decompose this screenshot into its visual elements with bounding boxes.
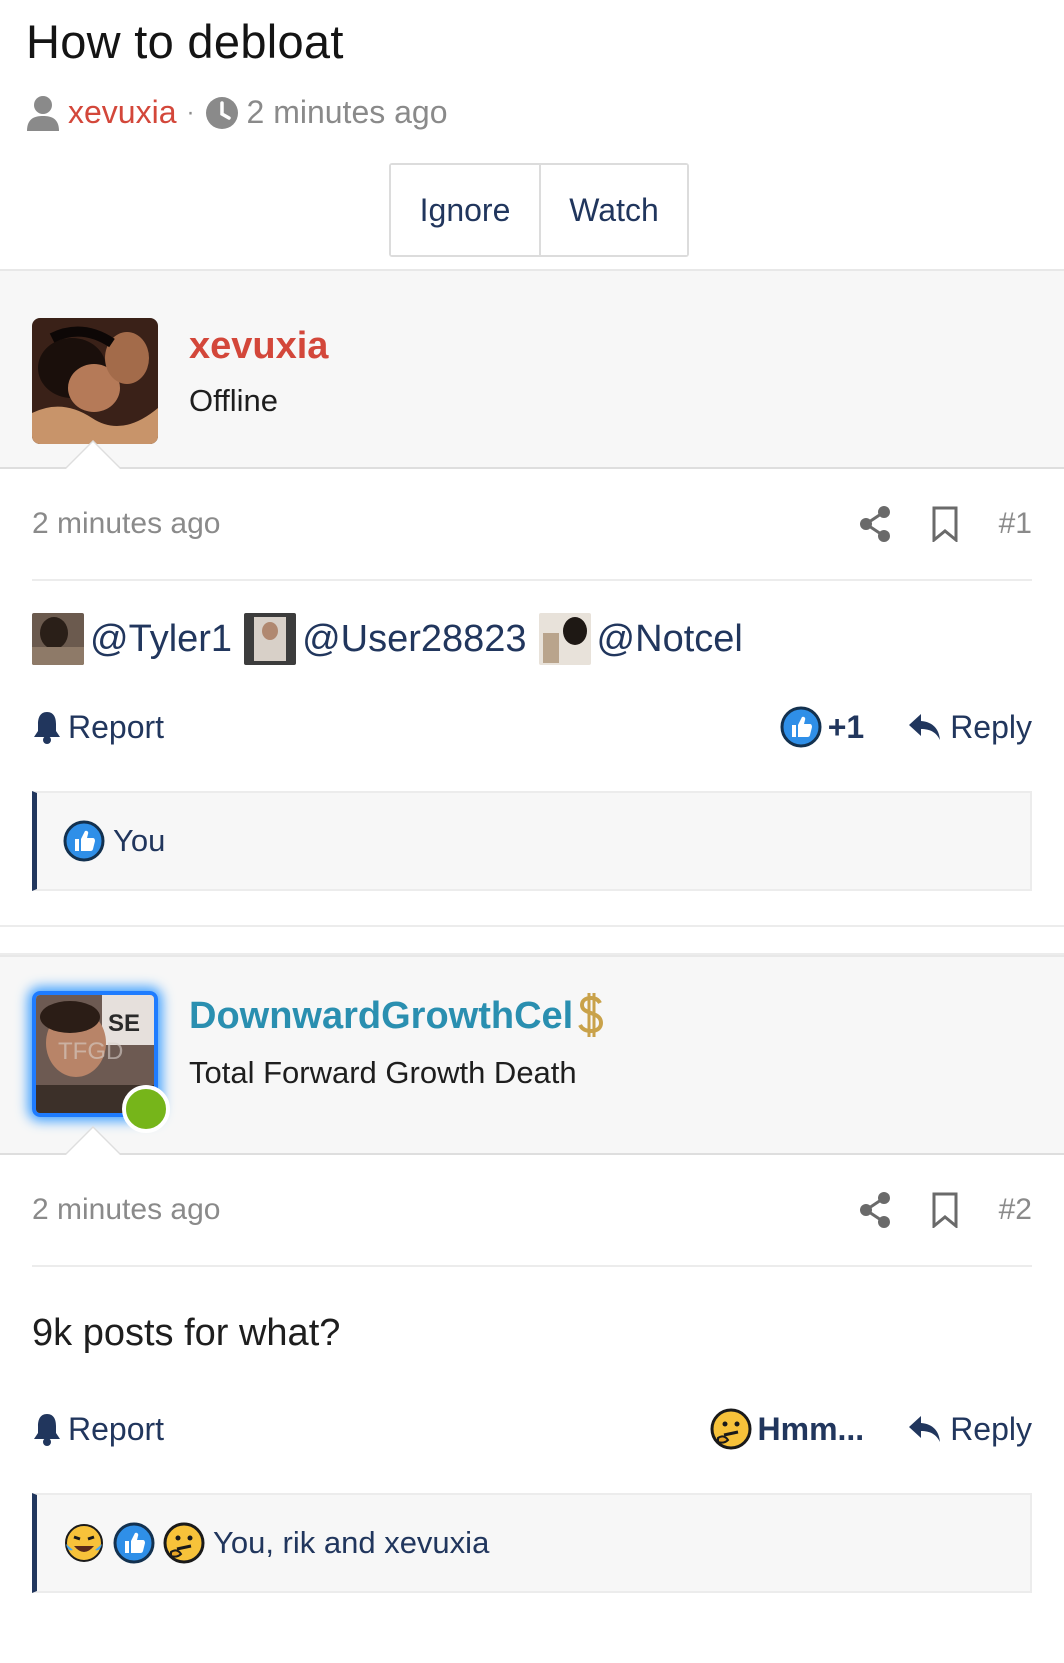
- clock-icon: [205, 96, 238, 129]
- like-icon: [63, 820, 105, 862]
- like-icon: [780, 706, 822, 748]
- online-status-dot: [122, 1085, 170, 1133]
- reaction-button[interactable]: Hmm...: [710, 1408, 865, 1450]
- mention-text: @User28823: [302, 617, 527, 660]
- share-icon[interactable]: [859, 1192, 891, 1228]
- post-actions-right: Hmm... Reply: [710, 1408, 1032, 1450]
- report-link[interactable]: Report: [32, 709, 164, 746]
- thread-author-link[interactable]: xevuxia: [68, 94, 177, 131]
- bookmark-icon[interactable]: [929, 506, 961, 542]
- post-time[interactable]: 2 minutes ago: [32, 507, 220, 541]
- watch-button[interactable]: Watch: [539, 165, 687, 255]
- reactions-summary: You, rik and xevuxia: [213, 1525, 490, 1560]
- reply-icon: [909, 714, 941, 740]
- reaction-label: Hmm...: [757, 1410, 865, 1447]
- mention-text: @Tyler1: [90, 617, 233, 660]
- svg-text:SE: SE: [108, 1010, 140, 1037]
- post-meta: 2 minutes ago #1: [32, 469, 1032, 581]
- reply-label: Reply: [950, 1410, 1032, 1447]
- mention-avatar: [32, 613, 84, 665]
- dollar-icon: [578, 993, 604, 1037]
- post-tools: #2: [859, 1192, 1032, 1228]
- bell-icon: [34, 1414, 60, 1446]
- thread-header: How to debloat xevuxia · 2 minutes ago I…: [0, 0, 1064, 269]
- post-author-name[interactable]: DownwardGrowthCel: [189, 995, 573, 1038]
- reply-icon: [909, 1416, 941, 1442]
- post-meta: 2 minutes ago #2: [32, 1155, 1032, 1267]
- bookmark-icon[interactable]: [929, 1192, 961, 1228]
- reply-label: Reply: [950, 708, 1032, 745]
- reactions-summary: You: [113, 823, 166, 858]
- report-link[interactable]: Report: [32, 1411, 164, 1448]
- post-2-user-card: SE TFGD DownwardGrowthCel Total Forward …: [0, 955, 1064, 1155]
- reaction-button[interactable]: +1: [780, 706, 864, 748]
- reactions-bar[interactable]: You, rik and xevuxia: [32, 1493, 1032, 1593]
- post-time[interactable]: 2 minutes ago: [32, 1193, 220, 1227]
- reactions-bar[interactable]: You: [32, 791, 1032, 891]
- post-1-user-card: xevuxia Offline: [0, 269, 1064, 469]
- thinking-icon: [710, 1408, 751, 1450]
- user-status: Offline: [189, 383, 279, 418]
- thread-actions: Ignore Watch: [389, 163, 689, 257]
- thread-time[interactable]: 2 minutes ago: [247, 94, 448, 131]
- post-2: 2 minutes ago #2 9k posts for what? Repo…: [0, 1155, 1064, 1593]
- post-actions: Report +1 Reply: [32, 697, 1032, 757]
- post-body: @Tyler1 @User28823 @Notcel: [32, 581, 1032, 697]
- reply-button[interactable]: Reply: [908, 1411, 1032, 1448]
- post-tools: #1: [859, 506, 1032, 542]
- share-icon[interactable]: [859, 506, 891, 542]
- report-label: Report: [68, 1410, 165, 1447]
- post-text: 9k posts for what?: [32, 1311, 341, 1354]
- mention-text: @Notcel: [596, 617, 743, 660]
- avatar[interactable]: [32, 318, 158, 444]
- mention-avatar: [244, 613, 297, 665]
- card-pointer: [64, 1126, 122, 1155]
- meta-separator: ·: [186, 98, 195, 126]
- mention-avatar: [538, 613, 591, 665]
- post-author-name[interactable]: xevuxia: [189, 325, 328, 368]
- thinking-icon: [163, 1522, 205, 1564]
- reply-button[interactable]: Reply: [908, 709, 1032, 746]
- thread-meta: xevuxia · 2 minutes ago: [26, 94, 1038, 131]
- user-title: Total Forward Growth Death: [189, 1055, 577, 1090]
- post-body: 9k posts for what?: [32, 1267, 1032, 1399]
- mention[interactable]: @Notcel: [538, 613, 743, 665]
- post-number-link[interactable]: #1: [999, 507, 1032, 541]
- bell-icon: [34, 712, 60, 744]
- post-separator: [0, 925, 1064, 955]
- report-label: Report: [68, 708, 165, 745]
- post-actions-right: +1 Reply: [780, 706, 1032, 748]
- svg-text:TFGD: TFGD: [58, 1038, 123, 1065]
- laughing-crying-icon: [65, 1524, 103, 1562]
- avatar[interactable]: SE TFGD: [32, 991, 170, 1133]
- post-actions: Report Hmm... Reply: [32, 1399, 1032, 1459]
- mention[interactable]: @Tyler1: [32, 613, 232, 665]
- reaction-label: +1: [827, 708, 865, 745]
- post-number-link[interactable]: #2: [999, 1193, 1032, 1227]
- ignore-button[interactable]: Ignore: [391, 165, 539, 255]
- mention[interactable]: @User28823: [244, 613, 527, 665]
- card-pointer: [64, 440, 122, 469]
- thread-title: How to debloat: [26, 15, 344, 68]
- post-1: 2 minutes ago #1 @Tyler1 @User28823 @Not…: [0, 469, 1064, 925]
- user-icon: [27, 95, 59, 131]
- like-icon: [113, 1522, 155, 1564]
